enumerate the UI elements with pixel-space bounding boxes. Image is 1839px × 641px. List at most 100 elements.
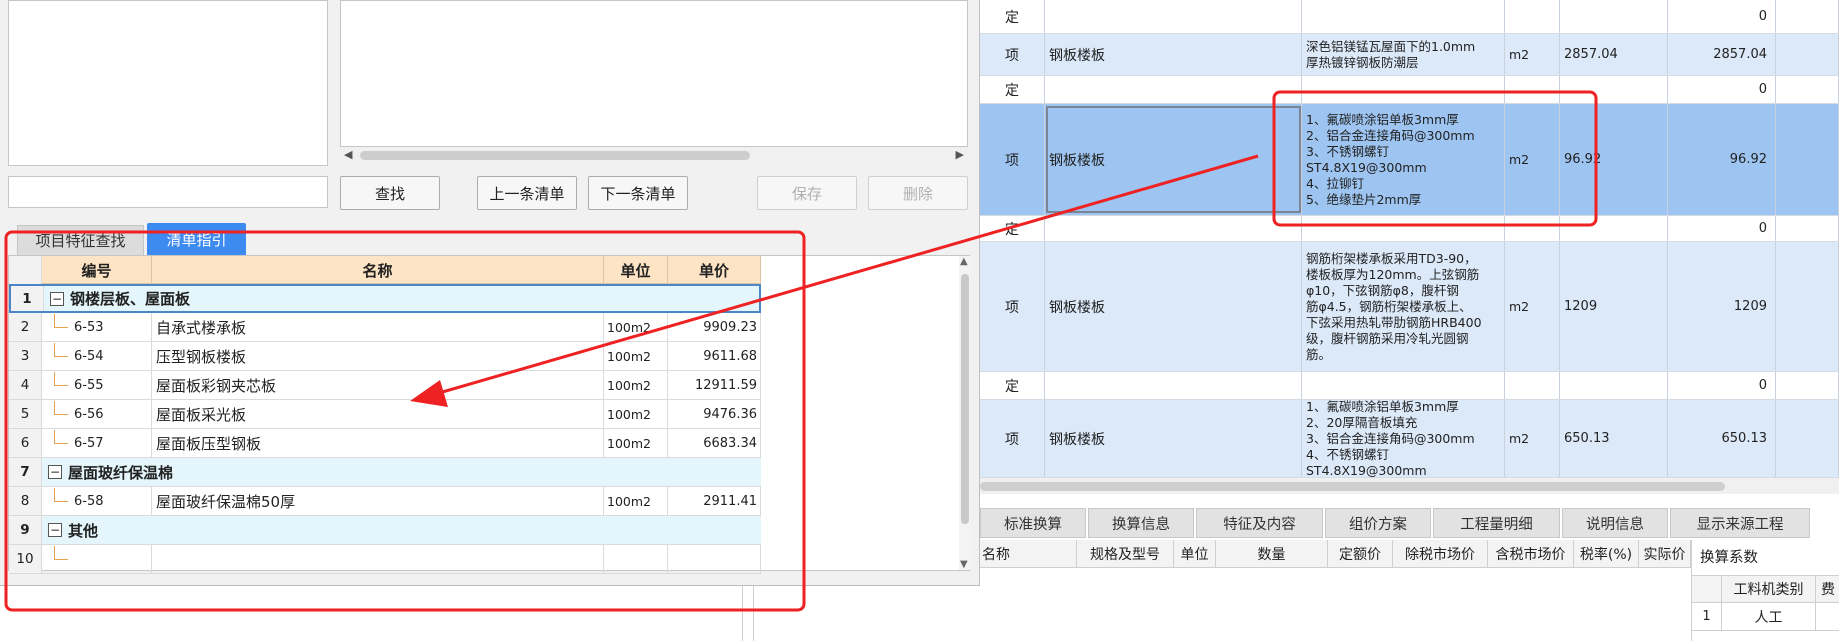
grid-cell-feature[interactable] (1302, 76, 1505, 103)
grid-cell-name[interactable]: 钢板楼板 (1045, 242, 1302, 371)
grid-cell-extra[interactable] (1776, 76, 1839, 103)
grid-cell-unit[interactable]: m2 (1505, 242, 1560, 371)
grid-cell-extra[interactable] (1776, 400, 1839, 477)
find-button[interactable]: 查找 (340, 176, 440, 210)
scroll-up-icon[interactable]: ▲ (960, 256, 968, 267)
grid-cell-type[interactable]: 定 (980, 0, 1045, 33)
list-item[interactable]: 4 6-55 屋面板彩钢夹芯板 100m2 12911.59 (9, 371, 761, 400)
list-item[interactable]: 3 6-54 压型钢板楼板 100m2 9611.68 (9, 342, 761, 371)
grid-cell-name[interactable]: 钢板楼板 (1045, 34, 1302, 75)
list-group-row[interactable]: 9− 其他 (9, 516, 761, 545)
grid-cell-quantity[interactable] (1560, 372, 1668, 399)
grid-cell-name[interactable] (1045, 216, 1302, 241)
save-button[interactable]: 保存 (757, 176, 857, 210)
tab-detail-6[interactable]: 说明信息 (1562, 508, 1668, 538)
grid-cell-feature[interactable] (1302, 216, 1505, 241)
grid-cell-amount[interactable]: 0 (1668, 372, 1776, 399)
quota-list-vertical-scrollbar[interactable]: ▲ ▼ (959, 256, 971, 570)
grid-cell-feature[interactable] (1302, 0, 1505, 33)
grid-cell-unit[interactable] (1505, 216, 1560, 241)
grid-cell-amount[interactable]: 0 (1668, 216, 1776, 241)
grid-cell-amount[interactable]: 1209 (1668, 242, 1776, 371)
collapse-icon[interactable]: − (50, 291, 64, 306)
grid-cell-type[interactable]: 定 (980, 76, 1045, 103)
grid-cell-name[interactable] (1045, 0, 1302, 33)
grid-cell-feature[interactable] (1302, 372, 1505, 399)
grid-row[interactable]: 项 钢板楼板 1、氟碳喷涂铝单板3mm厚 2、20厚隔音板填充 3、铝合金连接角码@… (980, 400, 1839, 478)
grid-cell-quantity[interactable] (1560, 0, 1668, 33)
category-tree-pane[interactable] (8, 0, 328, 166)
scroll-left-icon[interactable]: ◀ (344, 148, 352, 161)
grid-cell-quantity[interactable] (1560, 216, 1668, 241)
tab-bill-guide[interactable]: 清单指引 (147, 223, 246, 255)
grid-cell-name[interactable] (1045, 372, 1302, 399)
search-input[interactable] (8, 176, 328, 208)
grid-cell-quantity[interactable]: 2857.04 (1560, 34, 1668, 75)
grid-row[interactable]: 定0 (980, 216, 1839, 242)
grid-row[interactable]: 定0 (980, 372, 1839, 400)
grid-row[interactable]: 定0 (980, 76, 1839, 104)
list-item[interactable]: 2 6-53 自承式楼承板 100m2 9909.23 (9, 313, 761, 342)
scroll-right-icon[interactable]: ▶ (956, 148, 964, 161)
grid-cell-amount[interactable]: 96.92 (1668, 104, 1776, 215)
grid-cell-feature[interactable]: 1、氟碳喷涂铝单板3mm厚 2、20厚隔音板填充 3、铝合金连接角码@300mm… (1302, 400, 1505, 477)
grid-cell-name[interactable] (1045, 76, 1302, 103)
list-group-row[interactable]: 7− 屋面玻纤保温棉 (9, 458, 761, 487)
grid-cell-type[interactable]: 项 (980, 104, 1045, 215)
grid-cell-amount[interactable]: 650.13 (1668, 400, 1776, 477)
grid-cell-extra[interactable] (1776, 242, 1839, 371)
grid-cell-type[interactable]: 项 (980, 400, 1045, 477)
grid-row[interactable]: 定0 (980, 0, 1839, 34)
grid-cell-amount[interactable]: 2857.04 (1668, 34, 1776, 75)
grid-cell-extra[interactable] (1776, 0, 1839, 33)
grid-row[interactable]: 项 钢板楼板 深色铝镁锰瓦屋面下的1.0mm 厚热镀锌钢板防潮层 m2 2857.04 2… (980, 34, 1839, 76)
tab-feature-search[interactable]: 项目特征查找 (17, 225, 144, 255)
grid-cell-unit[interactable]: m2 (1505, 104, 1560, 215)
scrollbar-thumb[interactable] (980, 482, 1725, 491)
grid-cell-extra[interactable] (1776, 372, 1839, 399)
grid-cell-type[interactable]: 项 (980, 242, 1045, 371)
list-item[interactable]: 5 6-56 屋面板采光板 100m2 9476.36 (9, 400, 761, 429)
grid-cell-unit[interactable] (1505, 0, 1560, 33)
grid-cell-amount[interactable]: 0 (1668, 76, 1776, 103)
grid-cell-quantity[interactable]: 650.13 (1560, 400, 1668, 477)
bill-list-horizontal-scrollbar[interactable]: ◀ ▶ (340, 147, 968, 163)
collapse-icon[interactable]: − (48, 465, 62, 479)
tab-detail-1[interactable]: 标准换算 (980, 508, 1086, 538)
grid-cell-type[interactable]: 项 (980, 34, 1045, 75)
grid-row[interactable]: 项 钢板楼板 1、氟碳喷涂铝单板3mm厚 2、铝合金连接角码@300mm 3、不锈钢… (980, 104, 1839, 216)
grid-cell-feature[interactable]: 深色铝镁锰瓦屋面下的1.0mm 厚热镀锌钢板防潮层 (1302, 34, 1505, 75)
grid-cell-quantity[interactable]: 1209 (1560, 242, 1668, 371)
list-item[interactable]: 8 6-58 屋面玻纤保温棉50厚 100m2 2911.41 (9, 487, 761, 516)
tab-detail-3[interactable]: 特征及内容 (1196, 508, 1323, 538)
grid-cell-feature[interactable]: 钢筋桁架楼承板采用TD3-90， 楼板板厚为120mm。上弦钢筋 φ10，下弦钢… (1302, 242, 1505, 371)
grid-horizontal-scrollbar[interactable] (980, 478, 1839, 494)
delete-button[interactable]: 删除 (868, 176, 968, 210)
list-item[interactable]: 6 6-57 屋面板压型钢板 100m2 6683.34 (9, 429, 761, 458)
grid-cell-quantity[interactable]: 96.92 (1560, 104, 1668, 215)
grid-row[interactable]: 项 钢板楼板 钢筋桁架楼承板采用TD3-90， 楼板板厚为120mm。上弦钢筋 φ1… (980, 242, 1839, 372)
list-group-row[interactable]: 1− 钢楼层板、屋面板 (9, 284, 761, 313)
grid-cell-unit[interactable] (1505, 372, 1560, 399)
grid-cell-type[interactable]: 定 (980, 216, 1045, 241)
grid-cell-extra[interactable] (1776, 216, 1839, 241)
next-bill-button[interactable]: 下一条清单 (588, 176, 688, 210)
tab-detail-2[interactable]: 换算信息 (1088, 508, 1194, 538)
grid-cell-extra[interactable] (1776, 34, 1839, 75)
grid-cell-unit[interactable]: m2 (1505, 34, 1560, 75)
grid-cell-name[interactable]: 钢板楼板 (1045, 400, 1302, 477)
scroll-down-icon[interactable]: ▼ (960, 559, 968, 570)
scrollbar-thumb[interactable] (961, 274, 969, 524)
tab-detail-4[interactable]: 组价方案 (1325, 508, 1431, 538)
grid-cell-type[interactable]: 定 (980, 372, 1045, 399)
grid-cell-feature[interactable]: 1、氟碳喷涂铝单板3mm厚 2、铝合金连接角码@300mm 3、不锈钢螺钉 ST… (1302, 104, 1505, 215)
bill-list-pane[interactable] (340, 0, 968, 147)
grid-cell-quantity[interactable] (1560, 76, 1668, 103)
grid-cell-extra[interactable] (1776, 104, 1839, 215)
tab-detail-5[interactable]: 工程量明细 (1433, 508, 1560, 538)
grid-cell-unit[interactable] (1505, 76, 1560, 103)
previous-bill-button[interactable]: 上一条清单 (477, 176, 577, 210)
list-item[interactable]: 10 (9, 545, 761, 574)
grid-cell-amount[interactable]: 0 (1668, 0, 1776, 33)
collapse-icon[interactable]: − (48, 523, 62, 537)
